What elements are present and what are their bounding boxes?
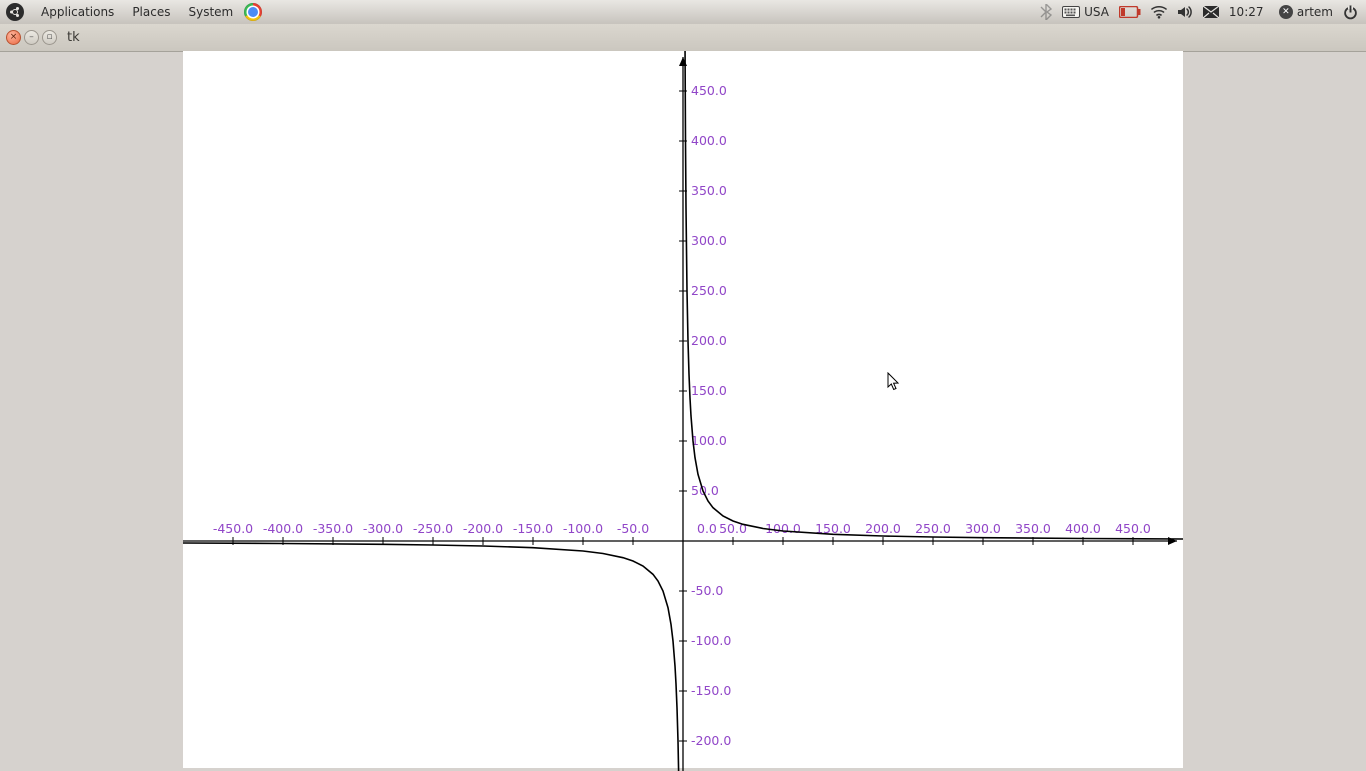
panel-clock[interactable]: 10:27 bbox=[1229, 5, 1269, 19]
volume-icon[interactable] bbox=[1177, 5, 1193, 19]
panel-right: USA 10:27 ✕ artem bbox=[1040, 4, 1366, 20]
menu-system[interactable]: System bbox=[181, 2, 240, 22]
power-icon[interactable] bbox=[1343, 5, 1358, 20]
keyboard-indicator[interactable]: USA bbox=[1062, 5, 1109, 19]
x-tick-label: -400.0 bbox=[263, 521, 303, 536]
gnome-top-panel: Applications Places System USA bbox=[0, 0, 1366, 25]
origin-label: 0.0 bbox=[697, 521, 717, 536]
menu-applications[interactable]: Applications bbox=[34, 2, 121, 22]
plot-canvas: -450.0 -400.0 -350.0 -300.0 -250.0 -200.0 -150… bbox=[183, 51, 1183, 768]
y-tick-label: 100.0 bbox=[691, 433, 727, 448]
x-tick-label: 300.0 bbox=[965, 521, 1001, 536]
mail-icon[interactable] bbox=[1203, 6, 1219, 18]
y-tick-label: 300.0 bbox=[691, 233, 727, 248]
y-tick-label: 200.0 bbox=[691, 333, 727, 348]
ubuntu-logo-icon[interactable] bbox=[6, 3, 24, 21]
x-tick-label: -250.0 bbox=[413, 521, 453, 536]
minimize-button[interactable]: – bbox=[24, 30, 39, 45]
series-neg-branch bbox=[183, 543, 681, 771]
panel-left: Applications Places System bbox=[0, 2, 262, 22]
x-tick-label: 450.0 bbox=[1115, 521, 1151, 536]
menu-places[interactable]: Places bbox=[125, 2, 177, 22]
series-pos-branch bbox=[685, 51, 1183, 539]
x-tick-label: 250.0 bbox=[915, 521, 951, 536]
bluetooth-icon[interactable] bbox=[1040, 4, 1052, 20]
y-tick-label: 150.0 bbox=[691, 383, 727, 398]
y-tick-label: -100.0 bbox=[691, 633, 731, 648]
y-tick-label: -200.0 bbox=[691, 733, 731, 748]
x-tick-label: -450.0 bbox=[213, 521, 253, 536]
x-tick-label: -300.0 bbox=[363, 521, 403, 536]
window-buttons: × – ▫ bbox=[0, 30, 57, 45]
plot-container: -450.0 -400.0 -350.0 -300.0 -250.0 -200.0 -150… bbox=[0, 51, 1366, 768]
window-titlebar: × – ▫ tk bbox=[0, 24, 1366, 52]
user-status-icon: ✕ bbox=[1279, 5, 1293, 19]
x-tick-label: -150.0 bbox=[513, 521, 553, 536]
y-tick-label: 350.0 bbox=[691, 183, 727, 198]
window-title: tk bbox=[67, 30, 80, 45]
x-tick-label: 50.0 bbox=[719, 521, 747, 536]
close-button[interactable]: × bbox=[6, 30, 21, 45]
x-tick-label: -350.0 bbox=[313, 521, 353, 536]
y-tick-label: 400.0 bbox=[691, 133, 727, 148]
user-menu[interactable]: ✕ artem bbox=[1279, 5, 1333, 19]
battery-icon[interactable] bbox=[1119, 6, 1141, 18]
chrome-icon[interactable] bbox=[244, 3, 262, 21]
maximize-button[interactable]: ▫ bbox=[42, 30, 57, 45]
x-tick-label: 400.0 bbox=[1065, 521, 1101, 536]
y-tick-label: 450.0 bbox=[691, 83, 727, 98]
y-tick-label: -150.0 bbox=[691, 683, 731, 698]
x-tick-label: 350.0 bbox=[1015, 521, 1051, 536]
y-tick-label: 250.0 bbox=[691, 283, 727, 298]
y-tick-label: -50.0 bbox=[691, 583, 723, 598]
x-tick-label: -100.0 bbox=[563, 521, 603, 536]
x-tick-label: 200.0 bbox=[865, 521, 901, 536]
x-tick-label: -50.0 bbox=[617, 521, 649, 536]
x-tick-label: -200.0 bbox=[463, 521, 503, 536]
x-tick-label: 100.0 bbox=[765, 521, 801, 536]
wifi-icon[interactable] bbox=[1151, 5, 1167, 19]
chart-svg: -450.0 -400.0 -350.0 -300.0 -250.0 -200.0 -150… bbox=[183, 51, 1183, 771]
